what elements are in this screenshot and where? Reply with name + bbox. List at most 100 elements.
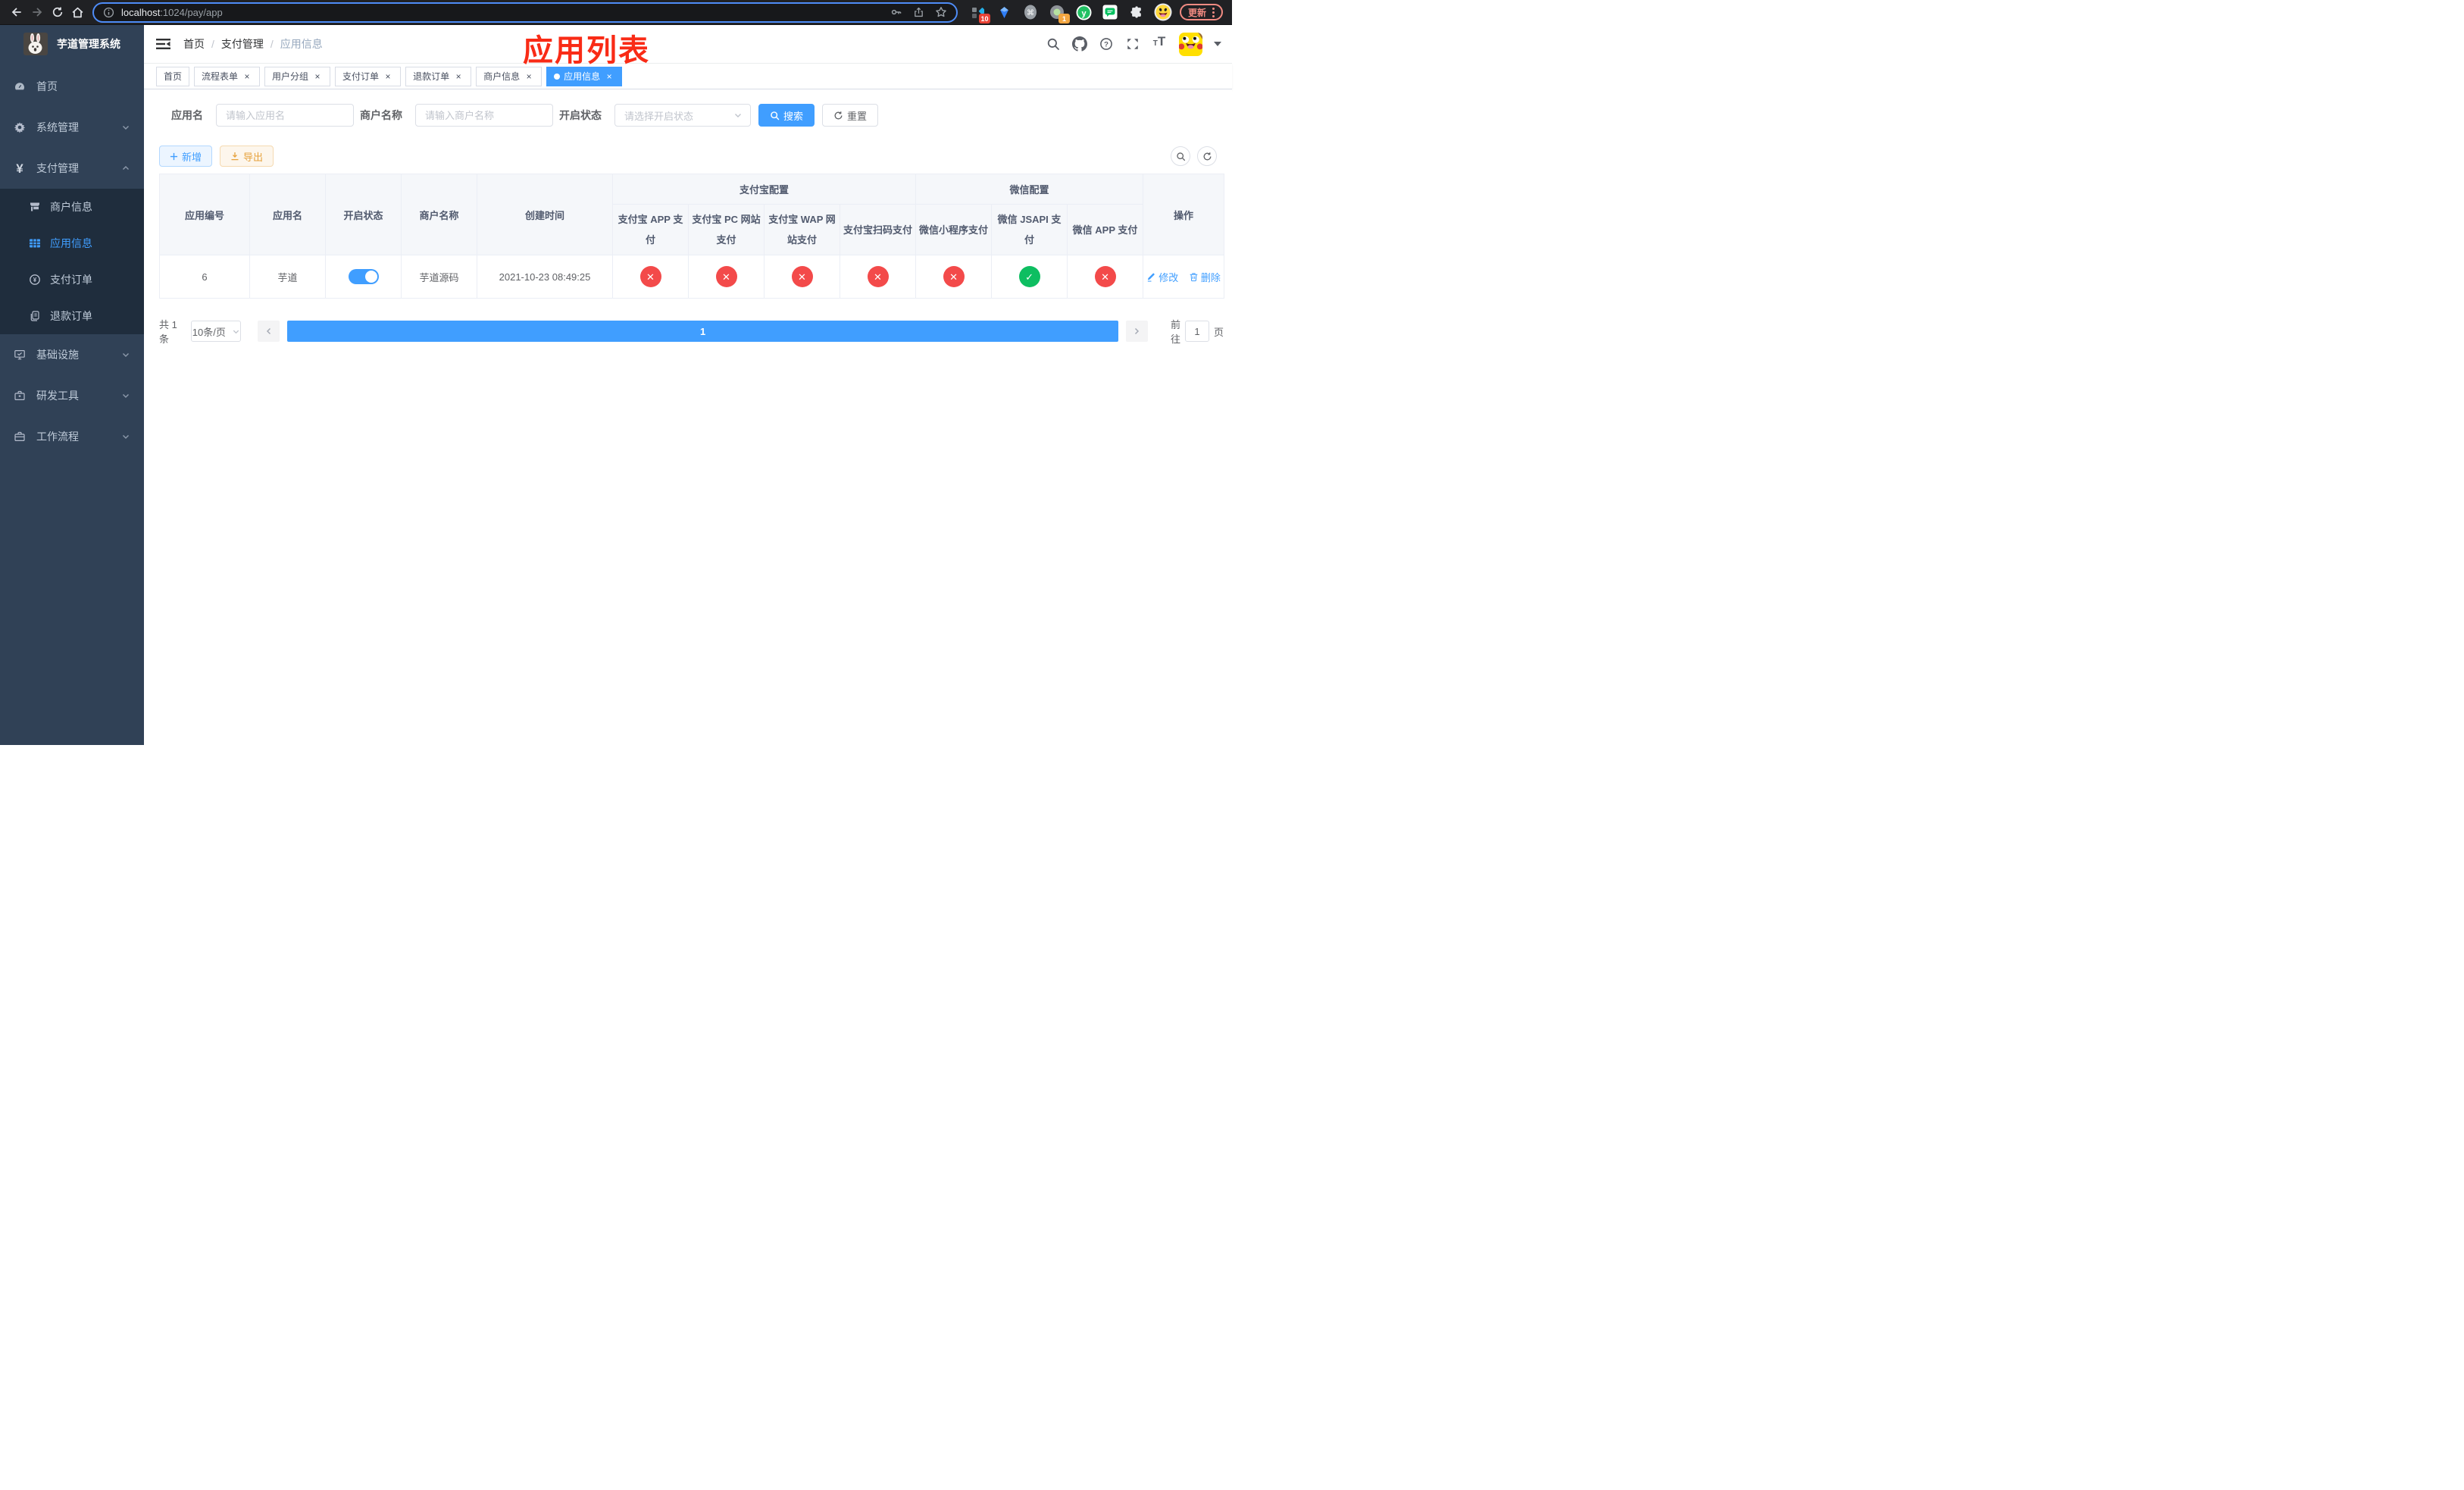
page: localhost:1024/pay/app 10 ⌘ 1 y 更新 芋道管理系… [0, 0, 1232, 745]
back-icon[interactable] [6, 2, 27, 23]
col-group-alipay: 支付宝配置 [611, 174, 917, 205]
sidebar-item-app-info[interactable]: 应用信息 [0, 225, 144, 261]
page-number-1[interactable]: 1 [287, 321, 1118, 342]
extension-command-icon[interactable]: ⌘ [1021, 3, 1040, 21]
extension-gem-icon[interactable] [995, 3, 1013, 21]
search-icon[interactable] [1043, 34, 1063, 54]
url-bar[interactable]: localhost:1024/pay/app [92, 2, 958, 23]
sidebar-item-pay-order[interactable]: ¥ 支付订单 [0, 261, 144, 298]
tag-process-form[interactable]: 流程表单 × [194, 66, 261, 86]
forward-icon[interactable] [27, 2, 47, 23]
tag-user-group[interactable]: 用户分组 × [264, 66, 331, 86]
tag-refund-order[interactable]: 退款订单 × [405, 66, 472, 86]
help-icon[interactable]: ? [1096, 34, 1116, 54]
tag-app-info[interactable]: 应用信息 × [546, 66, 623, 86]
extension-avatar-icon[interactable]: 1 [1048, 3, 1070, 23]
fullscreen-icon[interactable] [1123, 34, 1143, 54]
delete-link[interactable]: 删除 [1189, 270, 1221, 284]
app-logo[interactable]: 芋道管理系统 [0, 25, 144, 63]
sidebar-item-dev-tools[interactable]: 研发工具 [0, 375, 144, 416]
sidebar-item-refund-order[interactable]: 退款订单 [0, 298, 144, 334]
user-avatar[interactable] [1179, 32, 1202, 56]
close-icon[interactable]: × [604, 71, 614, 82]
app-title: 芋道管理系统 [57, 38, 120, 50]
status-select[interactable]: 请选择开启状态 [614, 104, 751, 127]
user-menu-caret-icon[interactable] [1214, 42, 1221, 46]
github-icon[interactable] [1070, 34, 1090, 54]
browser-menu-icon[interactable] [1212, 7, 1215, 17]
star-icon[interactable] [935, 6, 947, 18]
col-wechat-app: 微信 APP 支付 [1067, 204, 1144, 255]
col-created: 创建时间 [477, 174, 613, 255]
app-name-input[interactable] [216, 104, 354, 127]
breadcrumb-app-info: 应用信息 [280, 38, 323, 50]
sidebar-item-system[interactable]: 系统管理 [0, 107, 144, 148]
col-app-id: 应用编号 [159, 174, 250, 255]
col-app-name: 应用名 [249, 174, 326, 255]
total-count: 共 1 条 [159, 319, 177, 345]
close-icon[interactable]: × [312, 71, 323, 82]
refresh-button[interactable] [1197, 146, 1217, 166]
col-wechat-mini: 微信小程序支付 [915, 204, 993, 255]
share-icon[interactable] [913, 6, 924, 18]
close-icon[interactable]: × [453, 71, 464, 82]
alipay-app-status-icon: ✕ [639, 266, 661, 287]
sidebar-item-merchant-info[interactable]: 商户信息 [0, 189, 144, 225]
extension-chat-icon[interactable] [1101, 3, 1119, 21]
sidebar-item-home[interactable]: 首页 [0, 66, 144, 107]
breadcrumb-payment[interactable]: 支付管理 [221, 36, 264, 52]
svg-text:⌘: ⌘ [1027, 9, 1034, 17]
col-alipay-app: 支付宝 APP 支付 [612, 204, 689, 255]
profile-smiley-avatar[interactable] [1154, 3, 1172, 21]
close-icon[interactable]: × [242, 71, 252, 82]
col-wechat-jsapi: 微信 JSAPI 支付 [991, 204, 1068, 255]
app-table: 应用编号 应用名 开启状态 商户名称 创建时间 支付宝配置 微信配置 操作 支付… [159, 174, 1225, 299]
tag-pay-order[interactable]: 支付订单 × [335, 66, 402, 86]
sidebar-item-infrastructure[interactable]: 基础设施 [0, 334, 144, 375]
tag-home[interactable]: 首页 [156, 66, 190, 86]
tag-merchant-info[interactable]: 商户信息 × [476, 66, 543, 86]
sidebar-item-payment[interactable]: ¥ 支付管理 [0, 148, 144, 189]
next-page-button[interactable] [1125, 321, 1148, 342]
prev-page-button[interactable] [258, 321, 280, 342]
breadcrumb-home[interactable]: 首页 [183, 36, 205, 52]
status-label: 开启状态 [559, 109, 602, 121]
goto-page-input[interactable] [1184, 321, 1209, 342]
merchant-name-input[interactable] [415, 104, 553, 127]
export-button[interactable]: 导出 [220, 146, 274, 167]
cell-app-id: 6 [159, 255, 250, 299]
browser-update-button[interactable]: 更新 [1180, 4, 1224, 20]
topbar: 首页 / 支付管理 / 应用信息 应用列表 ? T T [144, 25, 1232, 67]
url-text[interactable]: localhost:1024/pay/app [121, 7, 223, 18]
puzzle-icon[interactable] [1127, 3, 1146, 21]
status-toggle[interactable] [348, 269, 379, 284]
sidebar-item-workflow[interactable]: 工作流程 [0, 416, 144, 457]
page-size-select[interactable]: 10条/页 [191, 321, 242, 342]
page-annotation: 应用列表 [523, 34, 650, 67]
reset-button[interactable]: 重置 [822, 104, 879, 127]
topbar-actions: ? TT [1043, 32, 1232, 56]
add-button[interactable]: 新增 [159, 146, 213, 167]
main-content: 应用名 商户名称 开启状态 请选择开启状态 搜索 [144, 89, 1232, 745]
goto-label: 前往 [1170, 319, 1180, 345]
close-icon[interactable]: × [524, 71, 534, 82]
hamburger-icon[interactable] [144, 25, 182, 63]
search-icon [1176, 152, 1185, 161]
wechat-mini-status-icon: ✕ [943, 266, 965, 287]
table-row: 6 芋道 芋道源码 2021-10-23 08:49:25 ✕ ✕ ✕ ✕ ✕ [159, 255, 1225, 299]
reload-icon[interactable] [47, 2, 67, 23]
close-icon[interactable]: × [383, 71, 393, 82]
toggle-search-button[interactable] [1171, 146, 1190, 166]
payment-submenu: 商户信息 应用信息 ¥ 支付订单 退款订单 [0, 189, 144, 334]
col-merchant: 商户名称 [401, 174, 477, 255]
edit-link[interactable]: 修改 [1146, 270, 1178, 284]
key-icon[interactable] [890, 6, 902, 18]
home-icon[interactable] [67, 2, 88, 23]
font-size-icon[interactable]: TT [1149, 34, 1169, 54]
info-icon[interactable] [103, 7, 114, 18]
pencil-icon [1148, 273, 1155, 282]
extension-yudao-icon[interactable]: y [1074, 3, 1093, 21]
search-button[interactable]: 搜索 [758, 104, 815, 127]
extension-grid-icon[interactable]: 10 [968, 3, 990, 23]
col-status: 开启状态 [325, 174, 402, 255]
